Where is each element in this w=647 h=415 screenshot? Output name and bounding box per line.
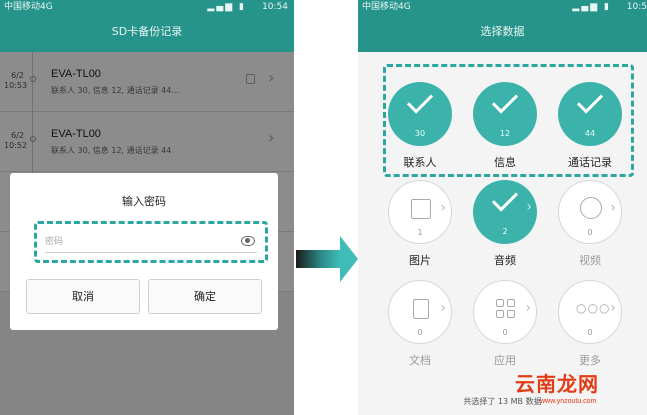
- data-item-video[interactable]: › 0 视频: [550, 180, 630, 280]
- more-dots-icon: ○○○: [576, 301, 611, 315]
- data-item-more[interactable]: ○○○ › 0 更多: [550, 280, 630, 380]
- unselected-circle[interactable]: › 0: [388, 280, 452, 344]
- item-label: 视频: [579, 254, 601, 267]
- unselected-circle[interactable]: › 1: [388, 180, 452, 244]
- page-title: 选择数据: [358, 14, 647, 52]
- show-password-eye-icon[interactable]: [241, 236, 255, 246]
- unselected-circle[interactable]: › 0: [558, 180, 622, 244]
- password-dialog: 输入密码 取消 确定: [10, 173, 278, 330]
- data-item-apps[interactable]: › 0 应用: [465, 280, 545, 380]
- dialog-title: 输入密码: [122, 195, 166, 208]
- data-item-audio[interactable]: › 2 音频: [465, 180, 545, 280]
- confirm-button[interactable]: 确定: [148, 279, 262, 314]
- chevron-right-icon: ›: [610, 200, 616, 216]
- left-phone-screen: 中国移动4G ▂▄▆ ▮ 10:54 SD卡备份记录 6/2 10:53 EVA-…: [0, 0, 294, 415]
- chevron-right-icon: ›: [525, 300, 531, 316]
- password-field-highlight: [34, 221, 268, 263]
- status-bar: 中国移动4G ▂▄▆ ▮ 10:5: [358, 0, 647, 14]
- item-label: 更多: [579, 354, 601, 367]
- signal-icon: ▂▄▆ ▮: [207, 2, 246, 12]
- item-label: 图片: [409, 254, 431, 267]
- item-label: 文档: [409, 354, 431, 367]
- unselected-circle[interactable]: ○○○ › 0: [558, 280, 622, 344]
- watermark-url: www.ynzoutu.com: [540, 398, 597, 405]
- video-reel-icon: [580, 197, 602, 219]
- unselected-circle[interactable]: › 0: [473, 280, 537, 344]
- cancel-button[interactable]: 取消: [26, 279, 140, 314]
- clock: 10:5: [626, 2, 647, 12]
- carrier-label: 中国移动4G: [4, 2, 53, 12]
- right-phone-screen: 中国移动4G ▂▄▆ ▮ 10:5 选择数据 30 联系人 12 信息 44 通…: [358, 0, 647, 415]
- arrow-right-icon: [340, 236, 358, 282]
- selected-circle[interactable]: › 2: [473, 180, 537, 244]
- chevron-right-icon: ›: [440, 200, 446, 216]
- selection-summary: 共选择了 13 MB 数据: [463, 397, 542, 406]
- item-label: 音频: [494, 254, 516, 267]
- carrier-label: 中国移动4G: [362, 2, 411, 12]
- page-title: SD卡备份记录: [0, 14, 294, 52]
- status-bar: 中国移动4G ▂▄▆ ▮ 10:54: [0, 0, 294, 14]
- image-icon: [411, 199, 431, 219]
- clock: 10:54: [262, 2, 288, 12]
- watermark-logo: 云南龙网: [515, 372, 599, 396]
- chevron-right-icon: ›: [526, 199, 532, 215]
- data-item-documents[interactable]: › 0 文档: [380, 280, 460, 380]
- input-underline: [45, 252, 257, 253]
- item-label: 应用: [494, 354, 516, 367]
- chevron-right-icon: ›: [610, 300, 616, 316]
- chevron-right-icon: ›: [440, 300, 446, 316]
- transition-arrow: [296, 250, 340, 268]
- document-icon: [413, 299, 429, 319]
- password-input[interactable]: [45, 235, 225, 249]
- data-item-pictures[interactable]: › 1 图片: [380, 180, 460, 280]
- check-icon: [491, 185, 519, 212]
- selected-items-highlight: [383, 64, 634, 177]
- apps-grid-icon: [496, 299, 516, 319]
- signal-icon: ▂▄▆ ▮: [572, 2, 611, 12]
